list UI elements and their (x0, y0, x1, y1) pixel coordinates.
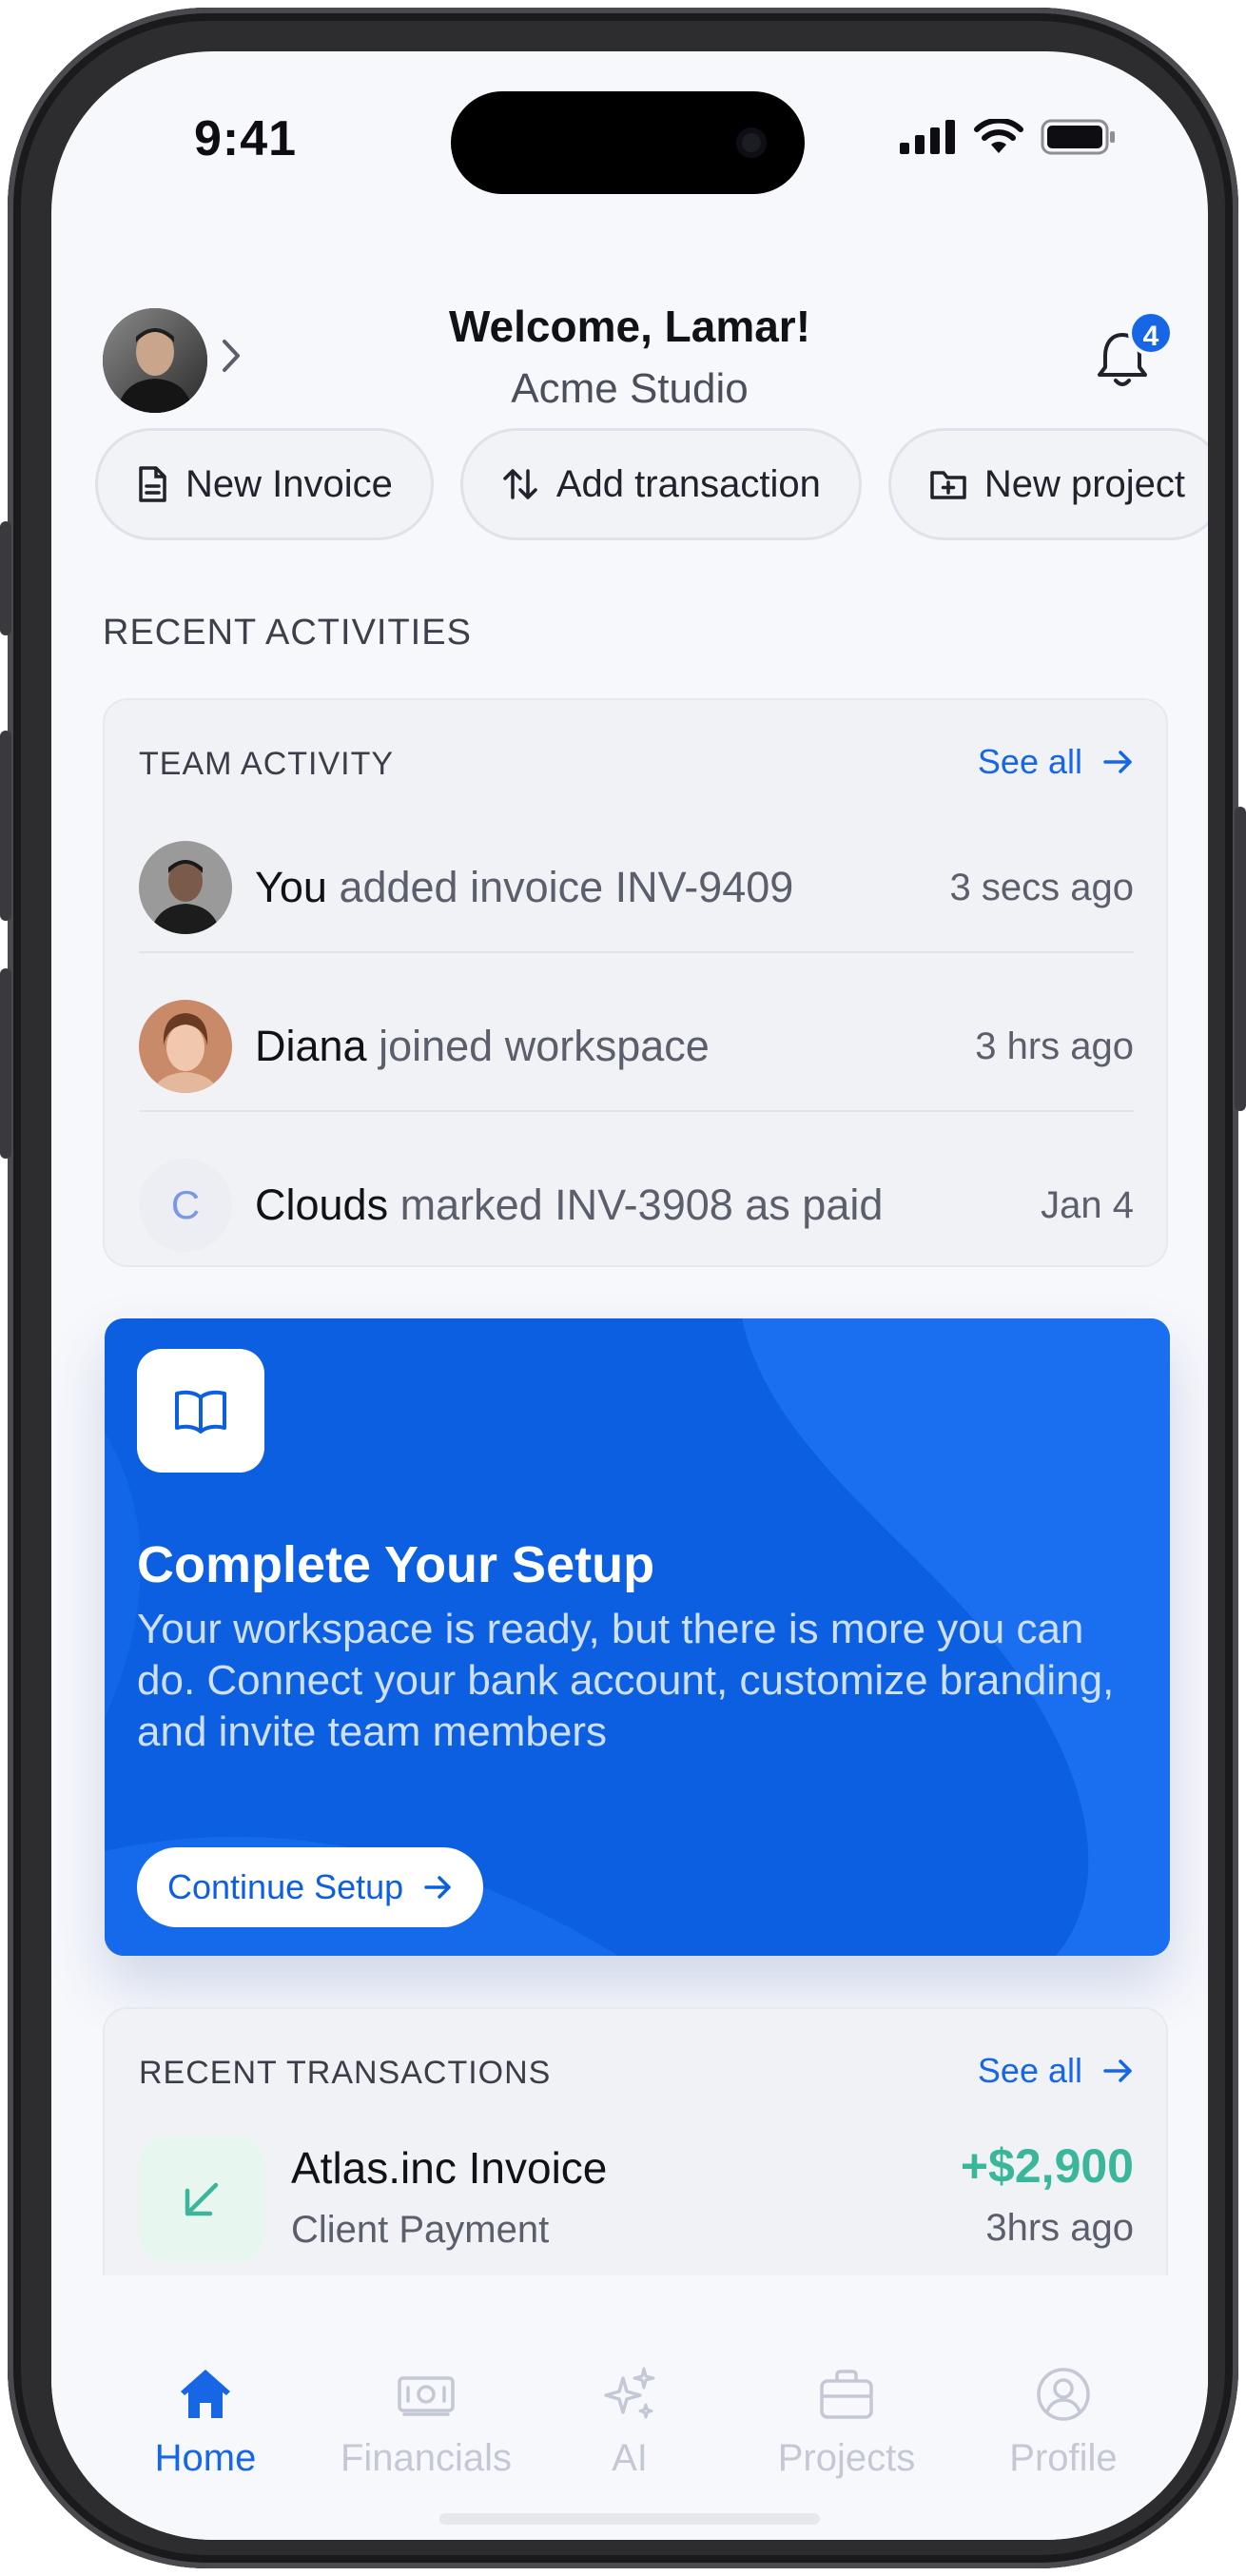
continue-setup-label: Continue Setup (167, 1867, 404, 1906)
new-invoice-button[interactable]: New Invoice (95, 428, 434, 540)
tab-bar: Home Financials AI Projects Profile (51, 2275, 1208, 2540)
camera-icon (736, 127, 767, 158)
status-time: 9:41 (194, 111, 298, 166)
add-transaction-label: Add transaction (555, 462, 821, 505)
cash-icon (321, 2361, 531, 2428)
screen: 9:41 Welcome, Lamar! Acme Studio 4 New I… (51, 51, 1208, 2540)
see-all-label: See all (977, 742, 1082, 781)
folder-plus-icon (930, 471, 966, 499)
activity-row[interactable]: C Clouds marked INV-3908 as paid Jan 4 (139, 1126, 1134, 1284)
file-icon (139, 466, 166, 502)
tab-financials[interactable]: Financials (321, 2361, 531, 2480)
tab-label: Home (154, 2437, 257, 2479)
sparkles-icon (525, 2361, 734, 2428)
user-circle-icon (959, 2361, 1168, 2428)
status-icons (900, 118, 1117, 156)
activity-action: added invoice INV-9409 (339, 863, 794, 911)
activity-action: joined workspace (379, 1022, 710, 1070)
power-button (1235, 807, 1246, 1111)
arrow-right-icon (424, 1876, 451, 1899)
recent-activities-title: RECENT ACTIVITIES (103, 613, 472, 653)
setup-title: Complete Your Setup (137, 1536, 655, 1593)
action-button (0, 521, 11, 635)
briefcase-icon (742, 2361, 951, 2428)
tab-profile[interactable]: Profile (959, 2361, 1168, 2480)
signal-icon (900, 120, 955, 154)
activity-text: Clouds marked INV-3908 as paid (255, 1181, 1041, 1230)
team-activity-title: TEAM ACTIVITY (139, 746, 395, 782)
avatar (139, 841, 232, 934)
dynamic-island (451, 91, 805, 194)
transaction-amount: +$2,900 (960, 2139, 1134, 2193)
activity-text: Diana joined workspace (255, 1022, 975, 1071)
avatar (139, 1000, 232, 1093)
tab-ai[interactable]: AI (525, 2361, 734, 2480)
add-transaction-button[interactable]: Add transaction (459, 428, 862, 540)
avatar-initial: C (139, 1159, 232, 1252)
tab-label: Financials (340, 2437, 513, 2479)
quick-actions: New Invoice Add transaction New project (95, 428, 1208, 540)
activity-row[interactable]: You added invoice INV-9409 3 secs ago (139, 809, 1134, 966)
transaction-time: 3hrs ago (985, 2207, 1134, 2249)
new-project-button[interactable]: New project (887, 428, 1208, 540)
activity-row[interactable]: Diana joined workspace 3 hrs ago (139, 967, 1134, 1125)
tab-home[interactable]: Home (101, 2361, 310, 2480)
activity-text: You added invoice INV-9409 (255, 863, 950, 912)
tab-projects[interactable]: Projects (742, 2361, 951, 2480)
notification-badge: 4 (1128, 310, 1174, 356)
tab-label: AI (612, 2437, 648, 2479)
phone-frame: 9:41 Welcome, Lamar! Acme Studio 4 New I… (0, 8, 1246, 2568)
setup-description: Your workspace is ready, but there is mo… (137, 1606, 1115, 1755)
volume-up-button (0, 731, 11, 921)
complete-setup-card: Complete Your Setup Your workspace is re… (105, 1318, 1170, 1956)
team-activity-see-all-link[interactable]: See all (978, 742, 1134, 782)
arrow-right-icon (1103, 751, 1132, 773)
team-activity-card: TEAM ACTIVITY See all You added invoice … (103, 698, 1168, 1267)
recent-transactions-title: RECENT TRANSACTIONS (139, 2055, 552, 2091)
transaction-name[interactable]: Atlas.inc Invoice (291, 2142, 607, 2194)
continue-setup-button[interactable]: Continue Setup (137, 1847, 484, 1927)
volume-down-button (0, 968, 11, 1159)
divider (139, 1110, 1134, 1112)
home-indicator (439, 2513, 820, 2525)
divider (139, 951, 1134, 953)
activity-time: 3 hrs ago (975, 1025, 1134, 1067)
activity-time: Jan 4 (1041, 1183, 1134, 1226)
new-project-label: New project (983, 462, 1186, 505)
see-all-label: See all (977, 2051, 1082, 2090)
home-icon (101, 2361, 310, 2428)
tab-label: Profile (1009, 2437, 1118, 2479)
activity-action: marked INV-3908 as paid (399, 1181, 884, 1229)
arrows-updown-icon (503, 469, 537, 499)
arrow-right-icon (1103, 2059, 1132, 2082)
activity-actor: Diana (255, 1022, 367, 1070)
activity-time: 3 secs ago (949, 866, 1134, 908)
transaction-category: Client Payment (291, 2209, 550, 2251)
recent-transactions-card: RECENT TRANSACTIONS See all Atlas.inc In… (103, 2007, 1168, 2312)
arrow-down-left-icon (139, 2137, 264, 2262)
activity-actor: Clouds (255, 1181, 389, 1229)
wifi-icon (974, 119, 1023, 153)
tab-label: Projects (777, 2437, 916, 2479)
avatar-letter: C (170, 1182, 201, 1227)
transactions-see-all-link[interactable]: See all (978, 2051, 1134, 2091)
welcome-title: Welcome, Lamar! (448, 302, 811, 351)
workspace-name: Acme Studio (511, 365, 749, 412)
battery-icon (1041, 119, 1115, 155)
new-invoice-label: New Invoice (185, 462, 393, 505)
book-icon (137, 1349, 264, 1473)
header: Welcome, Lamar! Acme Studio 4 (51, 261, 1208, 413)
activity-actor: You (255, 863, 327, 911)
